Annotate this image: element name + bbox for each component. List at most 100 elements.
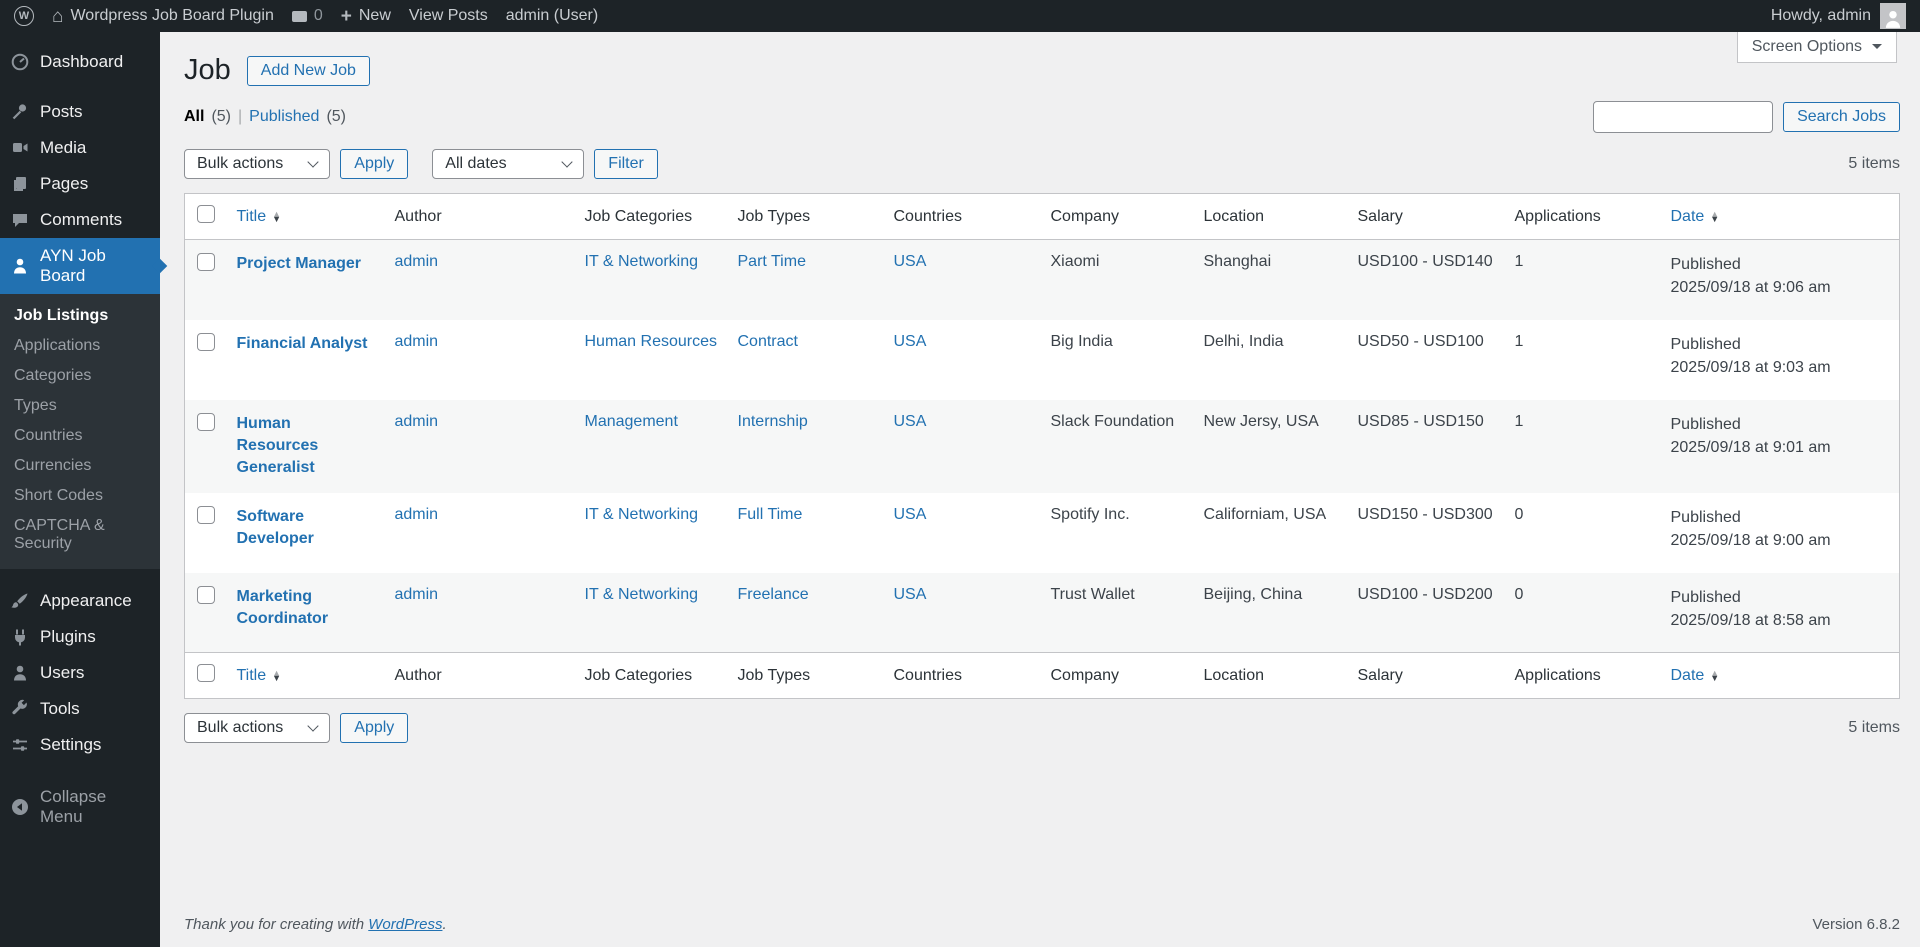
all-dates-select[interactable]: All dates <box>432 149 585 179</box>
row-checkbox[interactable] <box>197 412 215 431</box>
select-all-checkbox-bottom[interactable] <box>197 664 215 683</box>
author-link[interactable]: admin <box>395 333 439 350</box>
sidebar-item-users[interactable]: Users <box>0 655 160 691</box>
sort-title-footer[interactable]: Title ▲ ▼ <box>237 667 282 685</box>
row-checkbox[interactable] <box>197 253 215 271</box>
country-link[interactable]: USA <box>894 333 927 350</box>
sidebar-item-ayn-job-board[interactable]: AYN Job Board <box>0 238 160 294</box>
sort-title-header[interactable]: Title ▲ ▼ <box>237 208 282 226</box>
sidebar-item-plugins[interactable]: Plugins <box>0 619 160 655</box>
job-category-link[interactable]: Human Resources <box>585 333 718 350</box>
country-link[interactable]: USA <box>894 586 927 603</box>
view-published-link[interactable]: Published <box>249 108 319 126</box>
search-jobs-input[interactable] <box>1593 101 1774 133</box>
submenu-applications[interactable]: Applications <box>0 331 160 361</box>
wordpress-footer-link[interactable]: WordPress <box>368 916 442 933</box>
view-all-link[interactable]: All <box>184 108 204 126</box>
add-new-job-button[interactable]: Add New Job <box>246 55 370 86</box>
author-link[interactable]: admin <box>395 586 439 603</box>
submenu-countries[interactable]: Countries <box>0 421 160 451</box>
author-link[interactable]: admin <box>395 506 439 523</box>
apply-button[interactable]: Apply <box>340 149 409 179</box>
sidebar-item-media[interactable]: Media <box>0 130 160 166</box>
salary-value: USD150 - USD300 <box>1357 505 1493 523</box>
screen-options-button[interactable]: Screen Options <box>1736 32 1897 63</box>
job-type-link[interactable]: Contract <box>738 333 798 350</box>
site-name-link[interactable]: ⌂ Wordpress Job Board Plugin <box>52 7 274 26</box>
submenu-captcha-security[interactable]: CAPTCHA & Security <box>0 511 160 559</box>
main-content: Screen Options Job Add New Job All (5) |… <box>160 32 1920 947</box>
submenu-job-listings[interactable]: Job Listings <box>0 301 160 331</box>
sidebar-item-settings[interactable]: Settings <box>0 727 160 763</box>
country-link[interactable]: USA <box>894 506 927 523</box>
job-category-link[interactable]: IT & Networking <box>585 586 699 603</box>
bulk-actions-select-bottom[interactable]: Bulk actions <box>184 713 331 744</box>
job-type-link[interactable]: Part Time <box>738 253 806 270</box>
sliders-icon <box>10 735 30 755</box>
view-all-count: (5) <box>211 108 232 125</box>
submenu-currencies[interactable]: Currencies <box>0 451 160 481</box>
publish-date: 2025/09/18 at 9:06 am <box>1670 279 1831 297</box>
bulk-actions-select[interactable]: Bulk actions <box>184 149 331 179</box>
admin-bar: W ⌂ Wordpress Job Board Plugin 0 + New V… <box>0 0 1920 32</box>
row-checkbox[interactable] <box>197 505 215 524</box>
admin-sidebar: Dashboard Posts Media Pages Comments AYN… <box>0 32 160 947</box>
howdy-account-link[interactable]: Howdy, admin <box>1771 7 1871 25</box>
publish-status: Published <box>1670 335 1741 353</box>
submenu-types[interactable]: Types <box>0 391 160 421</box>
sidebar-item-dashboard[interactable]: Dashboard <box>0 44 160 80</box>
plug-icon <box>10 627 30 647</box>
sort-date-header[interactable]: Date ▲ ▼ <box>1671 208 1720 226</box>
company-value: Xiaomi <box>1050 253 1100 270</box>
version-label: Version 6.8.2 <box>1812 916 1900 933</box>
row-checkbox[interactable] <box>197 585 215 604</box>
submenu-short-codes[interactable]: Short Codes <box>0 481 160 511</box>
select-all-checkbox[interactable] <box>197 205 215 223</box>
avatar[interactable] <box>1880 3 1906 29</box>
submenu-categories[interactable]: Categories <box>0 361 160 391</box>
job-type-link[interactable]: Internship <box>738 413 808 430</box>
job-title-link[interactable]: Software Developer <box>237 506 375 551</box>
wordpress-menu[interactable]: W <box>14 6 34 26</box>
chevron-down-icon <box>307 720 319 732</box>
sidebar-item-tools[interactable]: Tools <box>0 691 160 727</box>
new-content-link[interactable]: + New <box>341 7 391 26</box>
job-category-link[interactable]: Management <box>585 413 678 430</box>
plus-icon: + <box>340 5 352 27</box>
job-board-submenu: Job Listings Applications Categories Typ… <box>0 294 160 569</box>
comment-count: 0 <box>313 7 323 24</box>
job-list-table: Title ▲ ▼ Author Job Categories Job Types … <box>184 193 1900 700</box>
collapse-menu-button[interactable]: Collapse Menu <box>0 779 160 835</box>
search-jobs-button[interactable]: Search Jobs <box>1783 102 1900 132</box>
job-type-link[interactable]: Full Time <box>738 506 803 523</box>
applications-value: 1 <box>1514 253 1524 270</box>
apply-button-bottom[interactable]: Apply <box>340 713 409 744</box>
row-checkbox[interactable] <box>197 332 215 351</box>
sidebar-item-appearance[interactable]: Appearance <box>0 583 160 619</box>
job-title-link[interactable]: Human Resources Generalist <box>237 413 375 480</box>
admin-user-label: admin (User) <box>505 7 599 24</box>
chevron-down-icon <box>307 156 319 168</box>
job-type-link[interactable]: Freelance <box>738 586 809 603</box>
view-posts-link[interactable]: View Posts <box>409 7 488 25</box>
sidebar-item-comments[interactable]: Comments <box>0 202 160 238</box>
job-category-link[interactable]: IT & Networking <box>585 506 699 523</box>
sidebar-item-posts[interactable]: Posts <box>0 94 160 130</box>
sidebar-item-pages[interactable]: Pages <box>0 166 160 202</box>
bulk-actions-selected-value: Bulk actions <box>197 719 284 737</box>
filter-button[interactable]: Filter <box>594 149 658 179</box>
country-link[interactable]: USA <box>894 413 927 430</box>
admin-user-link[interactable]: admin (User) <box>506 7 598 25</box>
sort-date-footer[interactable]: Date ▲ ▼ <box>1671 667 1720 685</box>
author-link[interactable]: admin <box>395 413 439 430</box>
job-title-link[interactable]: Marketing Coordinator <box>237 586 375 631</box>
comments-admin-bar-link[interactable]: 0 <box>291 7 323 25</box>
job-title-link[interactable]: Project Manager <box>237 253 361 275</box>
job-category-link[interactable]: IT & Networking <box>585 253 699 270</box>
country-link[interactable]: USA <box>894 253 927 270</box>
company-value: Trust Wallet <box>1050 585 1135 603</box>
job-title-link[interactable]: Financial Analyst <box>237 333 368 355</box>
sidebar-label: Comments <box>40 210 123 229</box>
salary-header: Salary <box>1347 193 1505 240</box>
author-link[interactable]: admin <box>395 253 439 270</box>
